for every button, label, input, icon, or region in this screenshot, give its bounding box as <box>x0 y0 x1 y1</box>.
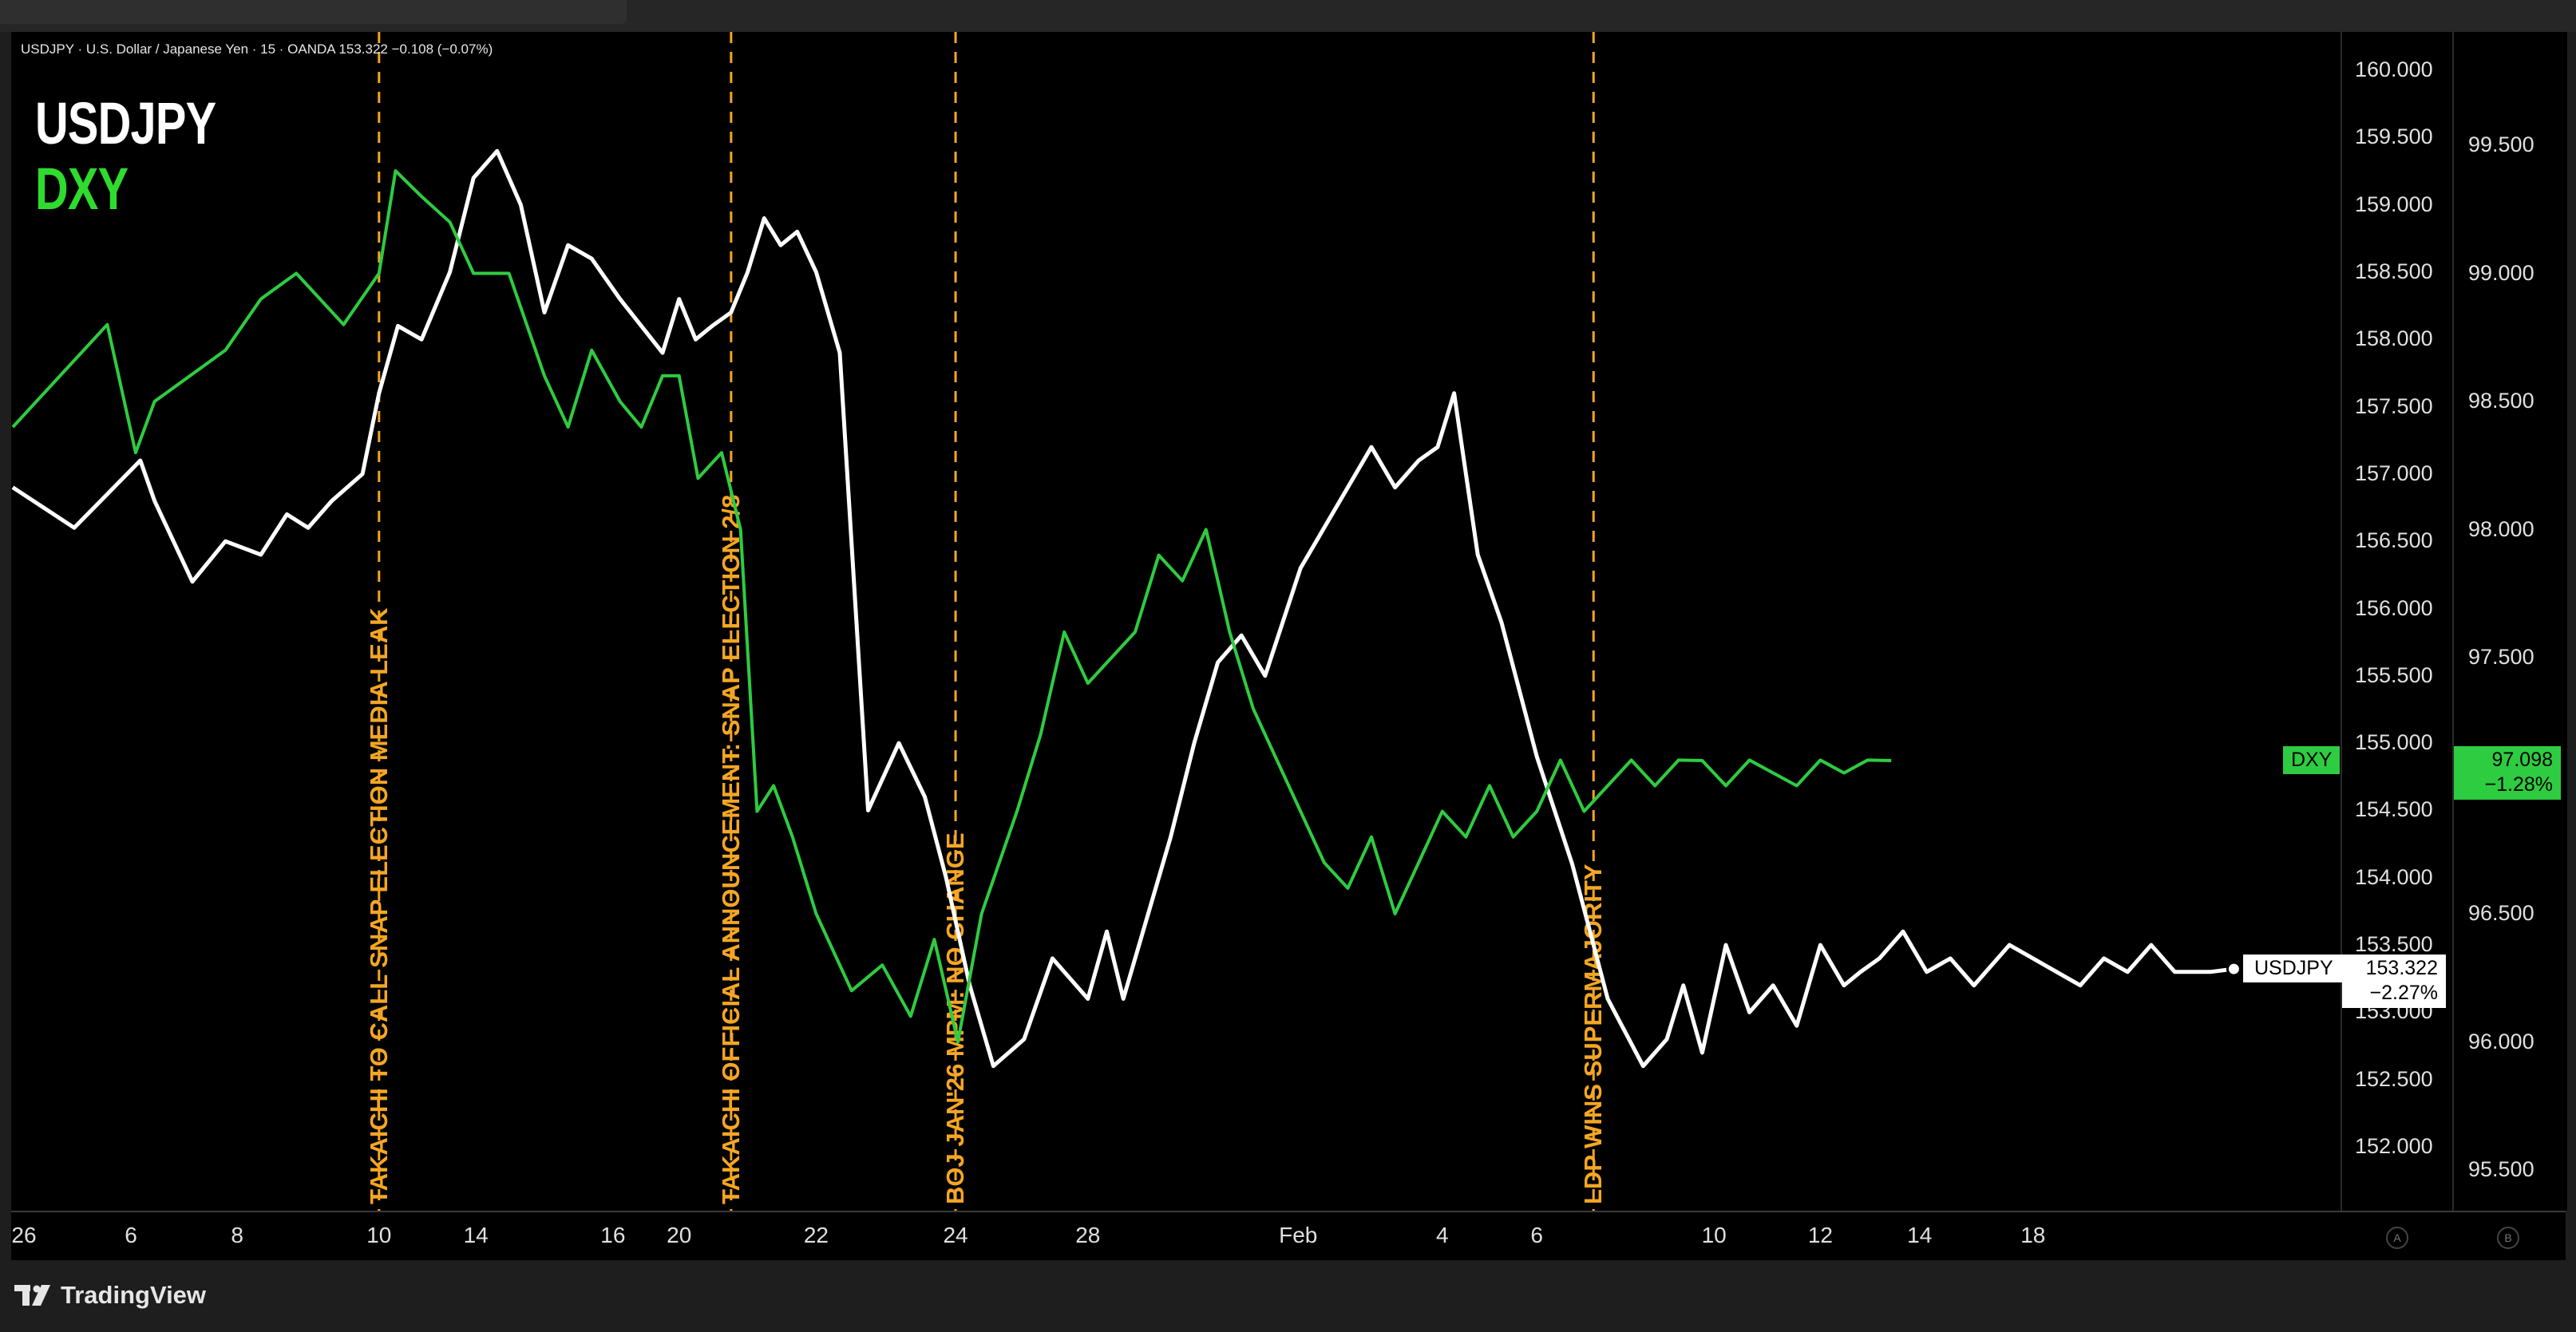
dxy-price-badge: 97.098 −1.28% <box>2454 746 2561 800</box>
time-tick-label: 20 <box>667 1223 692 1247</box>
tradingview-wordmark: TradingView <box>61 1281 207 1309</box>
event-label-1: TAKAICHI TO CALL SNAP ELECTION MEDIA LEA… <box>365 607 393 1204</box>
time-tick-label: 24 <box>943 1223 968 1247</box>
dxy-name-badge: DXY <box>2283 746 2341 775</box>
tradingview-logo-icon <box>14 1285 50 1306</box>
event-label-4: LDP WINS SUPERMAJORITY <box>1579 864 1607 1204</box>
time-tick-label: 6 <box>125 1223 137 1247</box>
usdjpy-name-badge: USDJPY <box>2243 955 2345 983</box>
usdjpy-tick-label: 158.000 <box>2355 326 2433 351</box>
usdjpy-tick-label: 155.500 <box>2355 662 2433 687</box>
dxy-tick-label: 98.000 <box>2468 516 2534 541</box>
usdjpy-tick-label: 156.500 <box>2355 528 2433 553</box>
time-tick-label: 4 <box>1436 1223 1449 1247</box>
usdjpy-tick-label: 159.500 <box>2355 125 2433 149</box>
usdjpy-tick-label: 152.500 <box>2355 1066 2433 1091</box>
usdjpy-price-axis[interactable]: 160.000 159.500 159.000 158.500 158.000 157.5… <box>2341 32 2454 1211</box>
time-tick-label: 18 <box>2020 1223 2046 1247</box>
usdjpy-last-price: 153.322 <box>2365 957 2438 980</box>
axis-auto-button-a[interactable]: A <box>2386 1227 2408 1249</box>
usdjpy-tick-label: 159.000 <box>2355 192 2433 216</box>
event-label-2: TAKAICHI OFFICIAL ANNOUNCEMENT: SNAP ELE… <box>717 495 745 1204</box>
time-tick-label: 10 <box>366 1223 392 1247</box>
usdjpy-last-point[interactable] <box>2226 961 2242 977</box>
time-tick-label: 10 <box>1701 1223 1727 1247</box>
axis-auto-button-b[interactable]: B <box>2497 1227 2519 1249</box>
time-tick-label: 16 <box>600 1223 626 1247</box>
time-tick-label: 14 <box>1907 1223 1933 1247</box>
usdjpy-tick-label: 153.500 <box>2355 932 2433 957</box>
usdjpy-tick-label: 155.000 <box>2355 730 2433 755</box>
dxy-change: −1.28% <box>2484 773 2554 796</box>
time-tick-label: 28 <box>1075 1223 1101 1247</box>
dxy-price-axis[interactable]: 99.50099.00098.50098.00097.50097.00096.5… <box>2452 32 2567 1211</box>
time-tick-label: Feb <box>1279 1223 1318 1247</box>
symbol-legend[interactable]: USDJPY · U.S. Dollar / Japanese Yen · 15… <box>21 42 493 57</box>
symbol-tab[interactable] <box>0 0 627 24</box>
dxy-tick-label: 98.500 <box>2468 389 2534 413</box>
usdjpy-tick-label: 157.000 <box>2355 460 2433 485</box>
dxy-last-price: 97.098 <box>2491 749 2553 772</box>
usdjpy-tick-label: 154.500 <box>2355 797 2433 822</box>
event-label-3: BOJ JAN'26 MPM: NO CHANGE <box>941 832 969 1204</box>
dxy-tick-label: 95.500 <box>2468 1157 2534 1181</box>
dxy-title: DXY <box>35 156 129 222</box>
time-tick-label: 26 <box>11 1223 37 1247</box>
time-tick-label: 6 <box>1530 1223 1543 1247</box>
time-tick-label: 8 <box>231 1223 243 1247</box>
time-tick-label: 14 <box>463 1223 489 1247</box>
usdjpy-tick-label: 158.500 <box>2355 259 2433 283</box>
dxy-tick-label: 97.500 <box>2468 645 2534 669</box>
usdjpy-tick-label: 157.500 <box>2355 393 2433 418</box>
usdjpy-series-line[interactable] <box>11 148 2234 1069</box>
time-tick-label: 22 <box>803 1223 829 1247</box>
top-toolbar <box>0 0 2576 32</box>
tradingview-logo[interactable]: TradingView <box>14 1281 206 1310</box>
dxy-tick-label: 99.500 <box>2468 132 2534 156</box>
plot-svg: TAKAICHI TO CALL SNAP ELECTION MEDIA LEA… <box>11 32 2242 1211</box>
dxy-tick-label: 96.500 <box>2468 901 2534 925</box>
footer-bar <box>0 1260 2576 1332</box>
time-tick-label: 12 <box>1807 1223 1833 1247</box>
chart-pane[interactable]: TAKAICHI TO CALL SNAP ELECTION MEDIA LEA… <box>11 32 2341 1211</box>
usdjpy-tick-label: 156.000 <box>2355 595 2433 620</box>
usdjpy-change: −2.27% <box>2369 982 2439 1005</box>
dxy-tick-label: 99.000 <box>2468 260 2534 285</box>
usdjpy-tick-label: 160.000 <box>2355 57 2433 81</box>
usdjpy-title: USDJPY <box>35 90 216 156</box>
usdjpy-price-badge: 153.322 −2.27% <box>2342 955 2446 1008</box>
dxy-tick-label: 96.000 <box>2468 1029 2534 1053</box>
usdjpy-tick-label: 154.000 <box>2355 864 2433 889</box>
usdjpy-tick-label: 152.000 <box>2355 1134 2433 1158</box>
